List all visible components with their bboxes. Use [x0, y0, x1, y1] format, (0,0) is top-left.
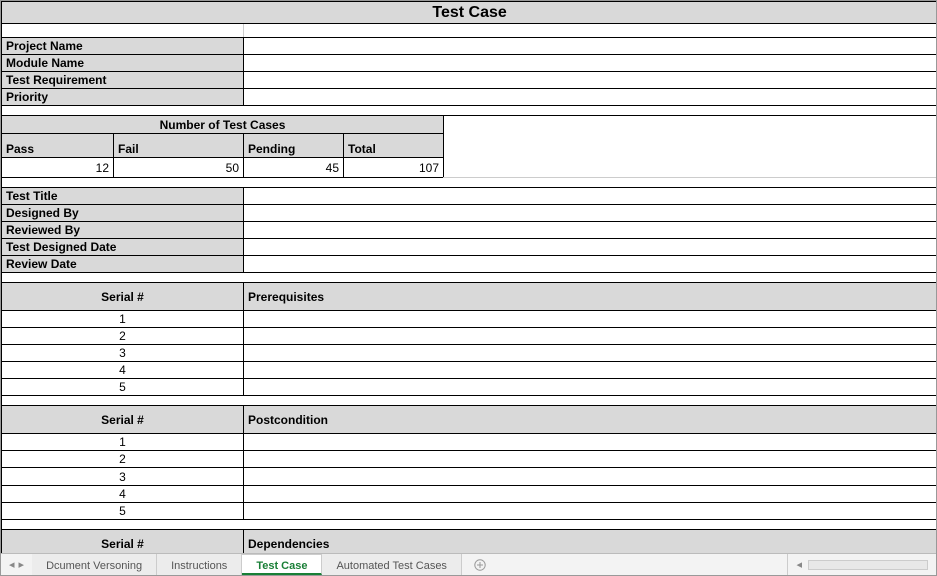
val-total[interactable]: 107	[344, 158, 444, 178]
table-row[interactable]	[244, 434, 937, 451]
tab-document-versioning[interactable]: Dcument Versoning	[32, 554, 157, 575]
label-test-title: Test Title	[2, 188, 244, 205]
hdr-serial-deps: Serial #	[2, 530, 244, 554]
tab-instructions[interactable]: Instructions	[157, 554, 242, 575]
hdr-serial-prereq: Serial #	[2, 283, 244, 311]
val-pass[interactable]: 12	[2, 158, 114, 178]
value-review-date[interactable]	[244, 256, 937, 273]
value-test-title[interactable]	[244, 188, 937, 205]
value-designed-by[interactable]	[244, 205, 937, 222]
table-row[interactable]: 3	[2, 345, 244, 362]
tab-nav-next-icon[interactable]: ▸	[19, 558, 25, 571]
scroll-track[interactable]	[808, 560, 928, 570]
table-row[interactable]	[244, 362, 937, 379]
plus-icon	[474, 559, 486, 571]
value-test-designed-date[interactable]	[244, 239, 937, 256]
value-test-requirement[interactable]	[244, 72, 937, 89]
col-total: Total	[344, 134, 444, 158]
label-review-date: Review Date	[2, 256, 244, 273]
table-row[interactable]: 5	[2, 503, 244, 520]
col-fail: Fail	[114, 134, 244, 158]
label-project-name: Project Name	[2, 38, 244, 55]
add-sheet-button[interactable]	[462, 554, 498, 575]
sheet-table: Test Case Project Name Module Name Test …	[1, 1, 936, 553]
table-row[interactable]: 4	[2, 486, 244, 503]
sheet-tab-bar: ◂ ▸ Dcument Versoning Instructions Test …	[1, 553, 936, 575]
table-row[interactable]	[244, 451, 937, 468]
table-row[interactable]: 1	[2, 434, 244, 451]
table-row[interactable]: 2	[2, 328, 244, 345]
table-row[interactable]	[244, 468, 937, 486]
label-priority: Priority	[2, 89, 244, 106]
label-module-name: Module Name	[2, 55, 244, 72]
label-reviewed-by: Reviewed By	[2, 222, 244, 239]
page-title: Test Case	[2, 2, 937, 24]
label-test-designed-date: Test Designed Date	[2, 239, 244, 256]
scroll-left-icon[interactable]: ◂	[796, 558, 802, 571]
table-row[interactable]: 3	[2, 468, 244, 486]
tab-automated-test-cases[interactable]: Automated Test Cases	[322, 554, 461, 575]
value-project-name[interactable]	[244, 38, 937, 55]
label-test-requirement: Test Requirement	[2, 72, 244, 89]
hdr-serial-postcond: Serial #	[2, 406, 244, 434]
table-row[interactable]	[244, 311, 937, 328]
tab-nav-prev-icon[interactable]: ◂	[9, 558, 15, 571]
table-row[interactable]	[244, 503, 937, 520]
table-row[interactable]	[244, 486, 937, 503]
spreadsheet-area[interactable]: Test Case Project Name Module Name Test …	[1, 1, 936, 553]
value-module-name[interactable]	[244, 55, 937, 72]
hdr-dependencies: Dependencies	[244, 530, 937, 554]
col-pending: Pending	[244, 134, 344, 158]
col-pass: Pass	[2, 134, 114, 158]
hdr-prerequisites: Prerequisites	[244, 283, 937, 311]
label-designed-by: Designed By	[2, 205, 244, 222]
table-row[interactable]	[244, 345, 937, 362]
hdr-postcondition: Postcondition	[244, 406, 937, 434]
stats-header: Number of Test Cases	[2, 116, 444, 134]
value-reviewed-by[interactable]	[244, 222, 937, 239]
horizontal-scrollbar[interactable]: ◂	[787, 554, 936, 575]
val-fail[interactable]: 50	[114, 158, 244, 178]
table-row[interactable]	[244, 328, 937, 345]
table-row[interactable]: 5	[2, 379, 244, 396]
table-row[interactable]: 2	[2, 451, 244, 468]
value-priority[interactable]	[244, 89, 937, 106]
table-row[interactable]	[244, 379, 937, 396]
table-row[interactable]: 1	[2, 311, 244, 328]
tab-nav-controls: ◂ ▸	[1, 554, 32, 575]
tab-test-case[interactable]: Test Case	[242, 554, 322, 575]
table-row[interactable]: 4	[2, 362, 244, 379]
val-pending[interactable]: 45	[244, 158, 344, 178]
